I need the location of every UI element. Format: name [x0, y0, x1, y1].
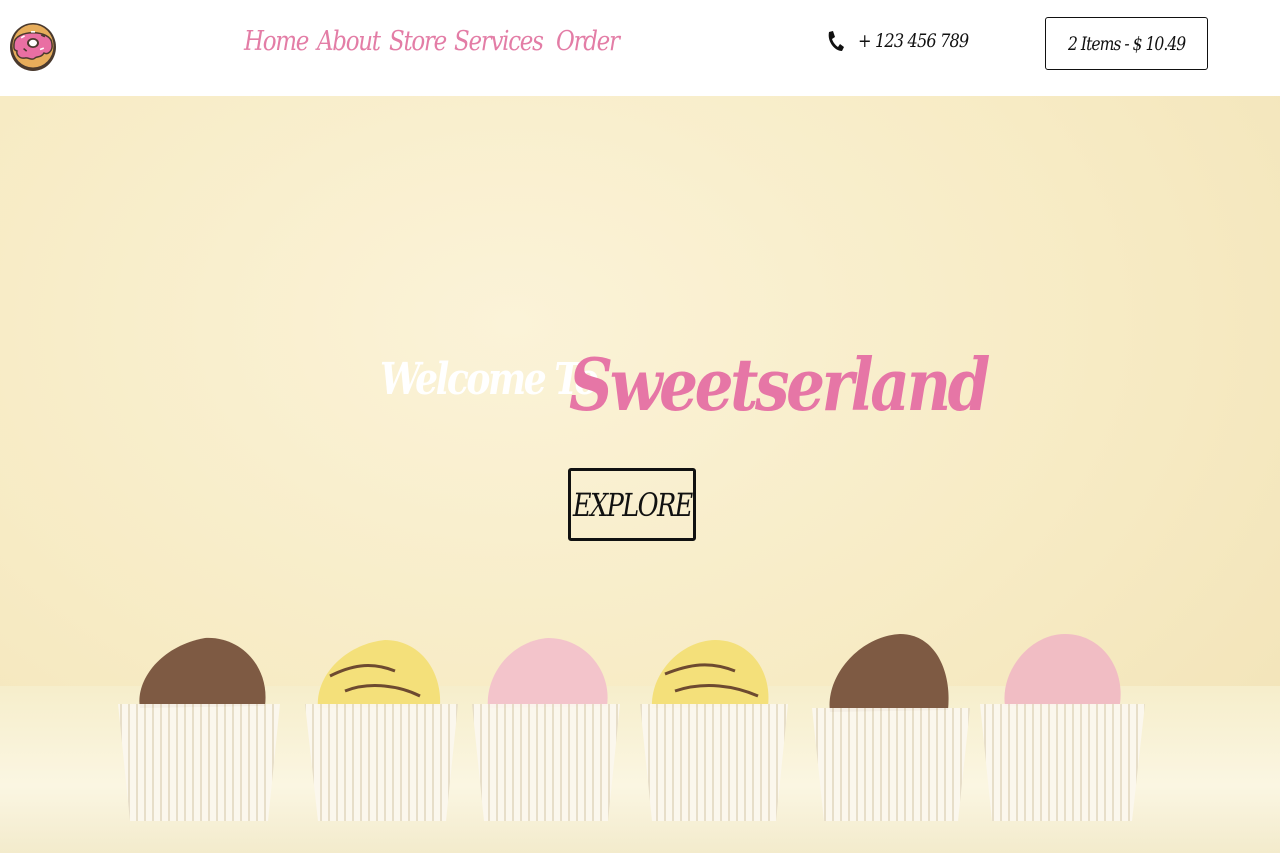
- phone-contact: + 123 456 789: [826, 30, 988, 52]
- hero-title: Welcome To Sweetserland: [380, 342, 990, 427]
- cupcake-yellow-1: [305, 640, 458, 821]
- cupcake-yellow-2: [640, 640, 788, 821]
- explore-button-label: EXPLORE: [572, 485, 693, 524]
- hero-welcome-text: Welcome To: [380, 354, 599, 405]
- cart-summary: 2 Items - $ 10.49: [1068, 32, 1186, 55]
- nav-order[interactable]: Order: [556, 26, 620, 57]
- explore-button[interactable]: EXPLORE: [568, 468, 696, 541]
- cupcakes-image: [118, 634, 1145, 821]
- cart-button[interactable]: 2 Items - $ 10.49: [1045, 17, 1208, 70]
- donut-logo-icon[interactable]: [8, 17, 58, 73]
- nav-services[interactable]: Services: [454, 26, 544, 57]
- cupcake-chocolate-2: [812, 634, 970, 821]
- cupcake-pink-2: [980, 634, 1145, 821]
- cupcake-pink-1: [472, 638, 620, 821]
- phone-number: + 123 456 789: [858, 30, 969, 52]
- main-nav: Home About Store Services Order: [244, 26, 630, 57]
- hero-section: Welcome To Sweetserland EXPLORE: [0, 96, 1280, 853]
- nav-home[interactable]: Home: [244, 26, 309, 57]
- site-header: Home About Store Services Order + 123 45…: [0, 0, 1280, 96]
- nav-store[interactable]: Store: [389, 26, 447, 57]
- hero-brand-name: Sweetserland: [569, 342, 990, 427]
- phone-icon: [828, 31, 844, 51]
- cupcake-chocolate-1: [118, 637, 280, 821]
- nav-about[interactable]: About: [317, 26, 381, 57]
